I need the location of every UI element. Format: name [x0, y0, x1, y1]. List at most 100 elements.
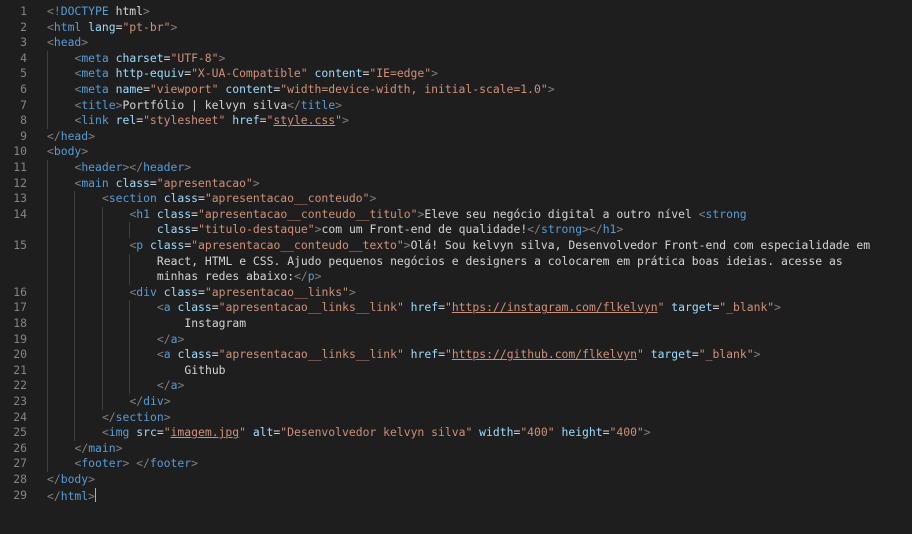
- code-line[interactable]: 14 < h1 class="apresentacao__conteudo__tit…: [0, 207, 912, 223]
- code-token: lang: [88, 19, 116, 34]
- code-token: target: [671, 300, 713, 315]
- code-token: >: [177, 378, 185, 393]
- code-token: height: [561, 425, 603, 440]
- code-token: ></: [122, 160, 144, 174]
- code-line[interactable]: 16 <div class="apresentacao__links">: [0, 285, 912, 301]
- code-line[interactable]: 25 <img src="imagem.jpg" alt="Desenvolved…: [0, 425, 912, 441]
- code-line[interactable]: 2 <html lang="pt-br">: [0, 20, 912, 36]
- code-token: >: [170, 19, 178, 34]
- code-token: Portfólio | kelvyn silva: [122, 97, 288, 112]
- code-token: "X-UA-Compatible": [191, 66, 308, 81]
- code-token: h1: [602, 222, 617, 237]
- code-line[interactable]: minhas redes abaixo:</p>: [0, 269, 912, 285]
- code-token: "Desenvolvedor kelvyn silva": [280, 425, 473, 440]
- code-line[interactable]: 5 <meta http-equiv="X-UA-Compatible" cont…: [0, 66, 912, 82]
- code-token: >: [616, 222, 624, 237]
- code-token: imagem.jpg: [170, 425, 240, 440]
- code-token: "apresentacao__conteudo__texto": [191, 238, 404, 252]
- code-line[interactable]: class="titulo-destaque">com um Front-end…: [0, 222, 912, 238]
- code-line[interactable]: 10 <body>: [0, 144, 912, 160]
- code-line[interactable]: 22 </a>: [0, 378, 912, 394]
- line-code: <body>: [47, 144, 88, 160]
- code-token: =: [211, 300, 219, 315]
- code-token: content: [225, 82, 274, 96]
- code-line[interactable]: 8 <link rel="stylesheet" href="style.css"…: [0, 113, 912, 129]
- code-token: >: [115, 440, 123, 455]
- code-token: ": [335, 113, 342, 128]
- code-line[interactable]: 23 </div>: [0, 394, 912, 410]
- code-line[interactable]: 18 Instagram: [0, 316, 912, 332]
- code-token: name: [115, 82, 144, 96]
- code-token: >: [341, 113, 349, 128]
- code-token: >: [81, 144, 89, 159]
- code-line[interactable]: 7 <title>Portfólio | kelvyn silva</title>: [0, 98, 912, 114]
- code-line[interactable]: 13 <section class="apresentacao__conteudo…: [0, 191, 912, 207]
- line-number: 14: [13, 206, 27, 221]
- code-line[interactable]: 29 </html>: [0, 487, 912, 504]
- code-line[interactable]: 4 <meta charset="UTF-8">: [0, 51, 912, 67]
- line-code: <main class="apresentacao">: [74, 176, 259, 192]
- code-editor[interactable]: 1 <!DOCTYPE html> 2 <html lang="pt-br"> 3 <he…: [0, 0, 912, 534]
- code-line[interactable]: React, HTML e CSS. Ajudo pequenos negóci…: [0, 254, 912, 270]
- line-code: </head>: [47, 129, 95, 145]
- code-line[interactable]: 27 <footer> </footer>: [0, 456, 912, 472]
- code-token: =: [149, 175, 157, 190]
- code-token: main: [81, 175, 109, 190]
- code-line[interactable]: 1 <!DOCTYPE html>: [0, 4, 912, 20]
- line-code: <link rel="stylesheet" href="style.css">: [74, 113, 348, 129]
- code-token: </: [47, 472, 61, 486]
- code-token: >: [643, 425, 651, 440]
- code-line[interactable]: 24 </section>: [0, 410, 912, 426]
- line-number: 12: [13, 175, 27, 190]
- code-token: =: [438, 300, 445, 315]
- code-token: >: [774, 300, 782, 315]
- code-line[interactable]: 15 <p class="apresentacao__conteudo__text…: [0, 238, 912, 254]
- code-token: div: [143, 394, 164, 408]
- code-token: footer: [149, 456, 192, 471]
- code-line[interactable]: 21 Github: [0, 363, 912, 379]
- code-line[interactable]: 26 </main>: [0, 441, 912, 457]
- code-line[interactable]: 17 <a class="apresentacao__links__link" h…: [0, 300, 912, 316]
- code-line[interactable]: 3 <head>: [0, 35, 912, 51]
- line-number: 27: [13, 456, 27, 471]
- code-token: </: [47, 128, 61, 143]
- code-line[interactable]: 12 <main class="apresentacao">: [0, 176, 912, 192]
- code-token: >: [88, 488, 96, 503]
- code-token: <!: [47, 4, 61, 18]
- code-token: "UTF-8": [170, 50, 219, 65]
- code-token: >: [403, 238, 411, 252]
- code-token: head: [60, 128, 89, 143]
- code-token: </: [156, 331, 171, 346]
- code-token: title: [300, 97, 336, 112]
- code-line[interactable]: 20 <a class="apresentacao__links__link" h…: [0, 347, 912, 363]
- code-token: =: [163, 50, 171, 65]
- code-line[interactable]: 9 </head>: [0, 129, 912, 145]
- code-token: "_blank": [719, 300, 775, 315]
- code-token: header: [81, 160, 123, 174]
- code-token: h1: [136, 206, 151, 221]
- line-number: 10: [13, 144, 27, 159]
- code-token: </: [74, 440, 89, 455]
- code-token: <: [156, 347, 164, 362]
- code-token: html: [60, 488, 89, 503]
- code-token: >: [184, 160, 192, 174]
- code-token: >: [163, 394, 171, 408]
- code-token: "IE=edge": [369, 66, 432, 81]
- code-line[interactable]: 6 <meta name="viewport" content="width=de…: [0, 82, 912, 98]
- line-number: 3: [20, 35, 27, 50]
- code-line[interactable]: 28 </body>: [0, 472, 912, 488]
- code-token: charset: [115, 50, 164, 65]
- code-line[interactable]: 19 </a>: [0, 332, 912, 348]
- code-token: >: [314, 222, 322, 237]
- code-token: =: [691, 347, 699, 362]
- code-line[interactable]: 11 <header></header>: [0, 160, 912, 176]
- code-token: "apresentacao__conteudo": [204, 191, 370, 206]
- line-code: <img src="imagem.jpg" alt="Desenvolvedor…: [102, 425, 651, 441]
- code-token: "400": [609, 425, 644, 440]
- line-number: 4: [20, 50, 27, 65]
- code-token: >: [88, 472, 96, 486]
